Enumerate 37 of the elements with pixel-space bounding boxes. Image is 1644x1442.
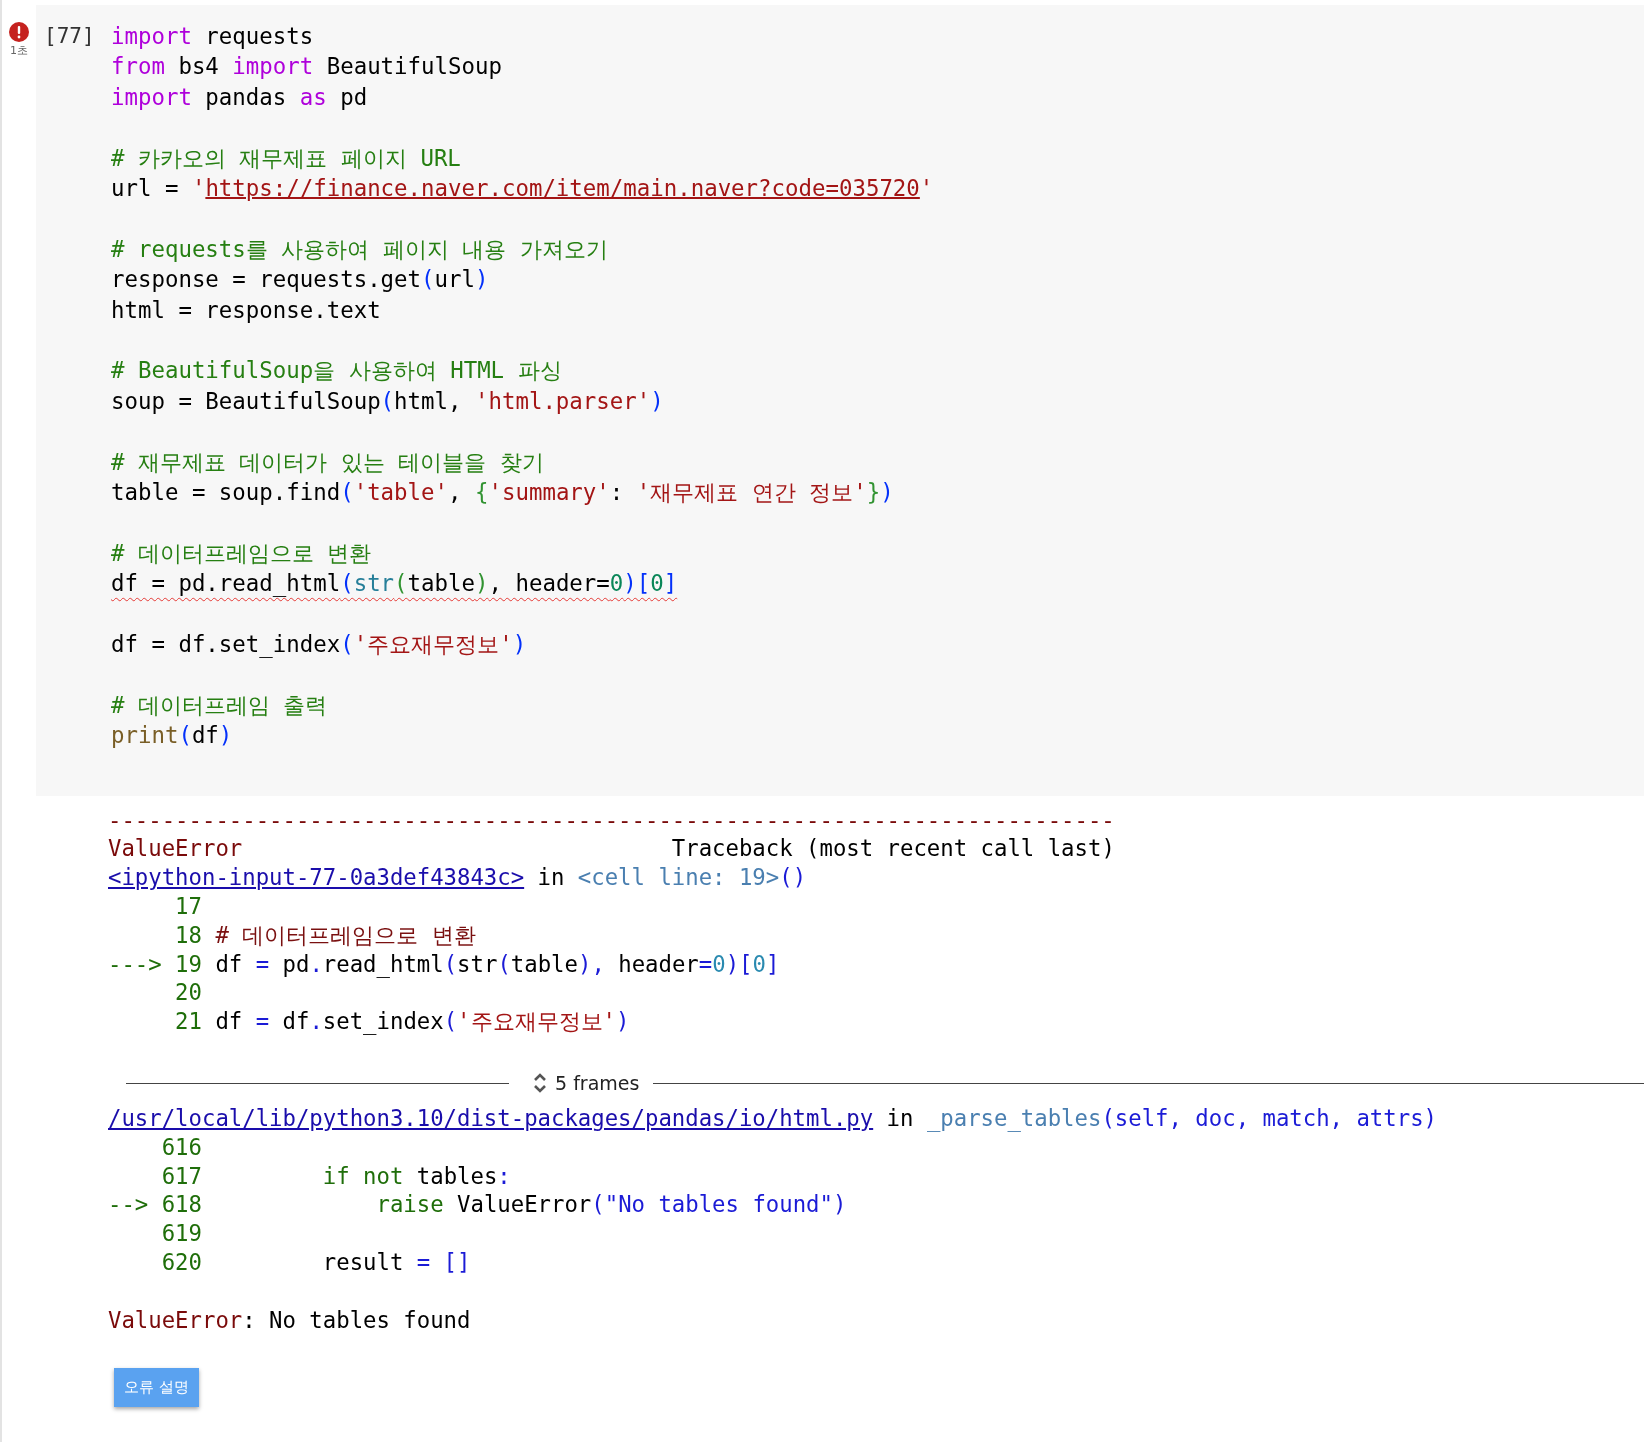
- traceback-line: 617 if not tables:: [160, 1161, 511, 1191]
- traceback-line: 20: [174, 978, 202, 1008]
- execution-count: [77]: [44, 23, 96, 50]
- traceback-line: ValueError Traceback (most recent call last): [108, 834, 1115, 864]
- code-line: df = pd.read_html(str(table), header=0)[0]: [111, 569, 678, 599]
- traceback-line: ---------------------------------------------------------------------------: [108, 805, 1115, 835]
- execution-time: 1초: [10, 43, 28, 58]
- code-line: df = df.set_index('주요재무정보'): [111, 630, 527, 660]
- code-line: # 재무제표 데이터가 있는 테이블을 찾기: [111, 447, 544, 477]
- traceback-line: 619: [160, 1219, 202, 1248]
- traceback-line: 21 df = df.set_index('주요재무정보'): [174, 1007, 630, 1036]
- traceback-line: 17: [174, 892, 202, 921]
- code-line: table = soup.find('table', {'summary': '재무제표 연간 정보'}): [111, 478, 894, 508]
- code-line: url = 'https://finance.naver.com/item/main.naver?code=035720': [111, 174, 934, 203]
- error-message: ValueError: No tables found: [108, 1305, 471, 1335]
- frames-toggle[interactable]: 5 frames: [509, 1072, 654, 1094]
- traceback-line: <ipython-input-77-0a3def43843c> in <cell line: 19>(): [108, 863, 807, 893]
- chevron-up-down-icon: [533, 1072, 547, 1094]
- traceback-line: 616: [160, 1132, 202, 1162]
- code-line: response = requests.get(url): [111, 265, 489, 295]
- traceback-line: ---> 19 df = pd.read_html(str(table), header=0)[0]: [108, 949, 780, 979]
- traceback-line: --> 618 raise ValueError("No tables found"): [108, 1190, 847, 1220]
- code-line: print(df): [111, 721, 233, 751]
- code-line: # requests를 사용하여 페이지 내용 가져오기: [111, 234, 608, 264]
- code-line: # 카카오의 재무제표 페이지 URL: [111, 143, 461, 173]
- code-line: html = response.text: [111, 295, 381, 325]
- traceback-line: 18 # 데이터프레임으로 변환: [174, 920, 476, 950]
- code-line: soup = BeautifulSoup(html, 'html.parser'): [111, 386, 664, 416]
- code-line: import pandas as pd: [111, 82, 368, 112]
- traceback-line: /usr/local/lib/python3.10/dist-packages/pandas/io/html.py in _parse_tables(self, doc, match, attrs): [108, 1104, 1437, 1133]
- code-line: from bs4 import BeautifulSoup: [111, 52, 502, 82]
- code-cell[interactable]: [36, 5, 1644, 796]
- code-line: # 데이터프레임으로 변환: [111, 538, 372, 568]
- traceback-line: 620 result = []: [160, 1248, 471, 1277]
- code-line: # BeautifulSoup을 사용하여 HTML 파싱: [111, 356, 562, 386]
- code-line: import requests: [111, 22, 314, 51]
- code-line: # 데이터프레임 출력: [111, 690, 328, 720]
